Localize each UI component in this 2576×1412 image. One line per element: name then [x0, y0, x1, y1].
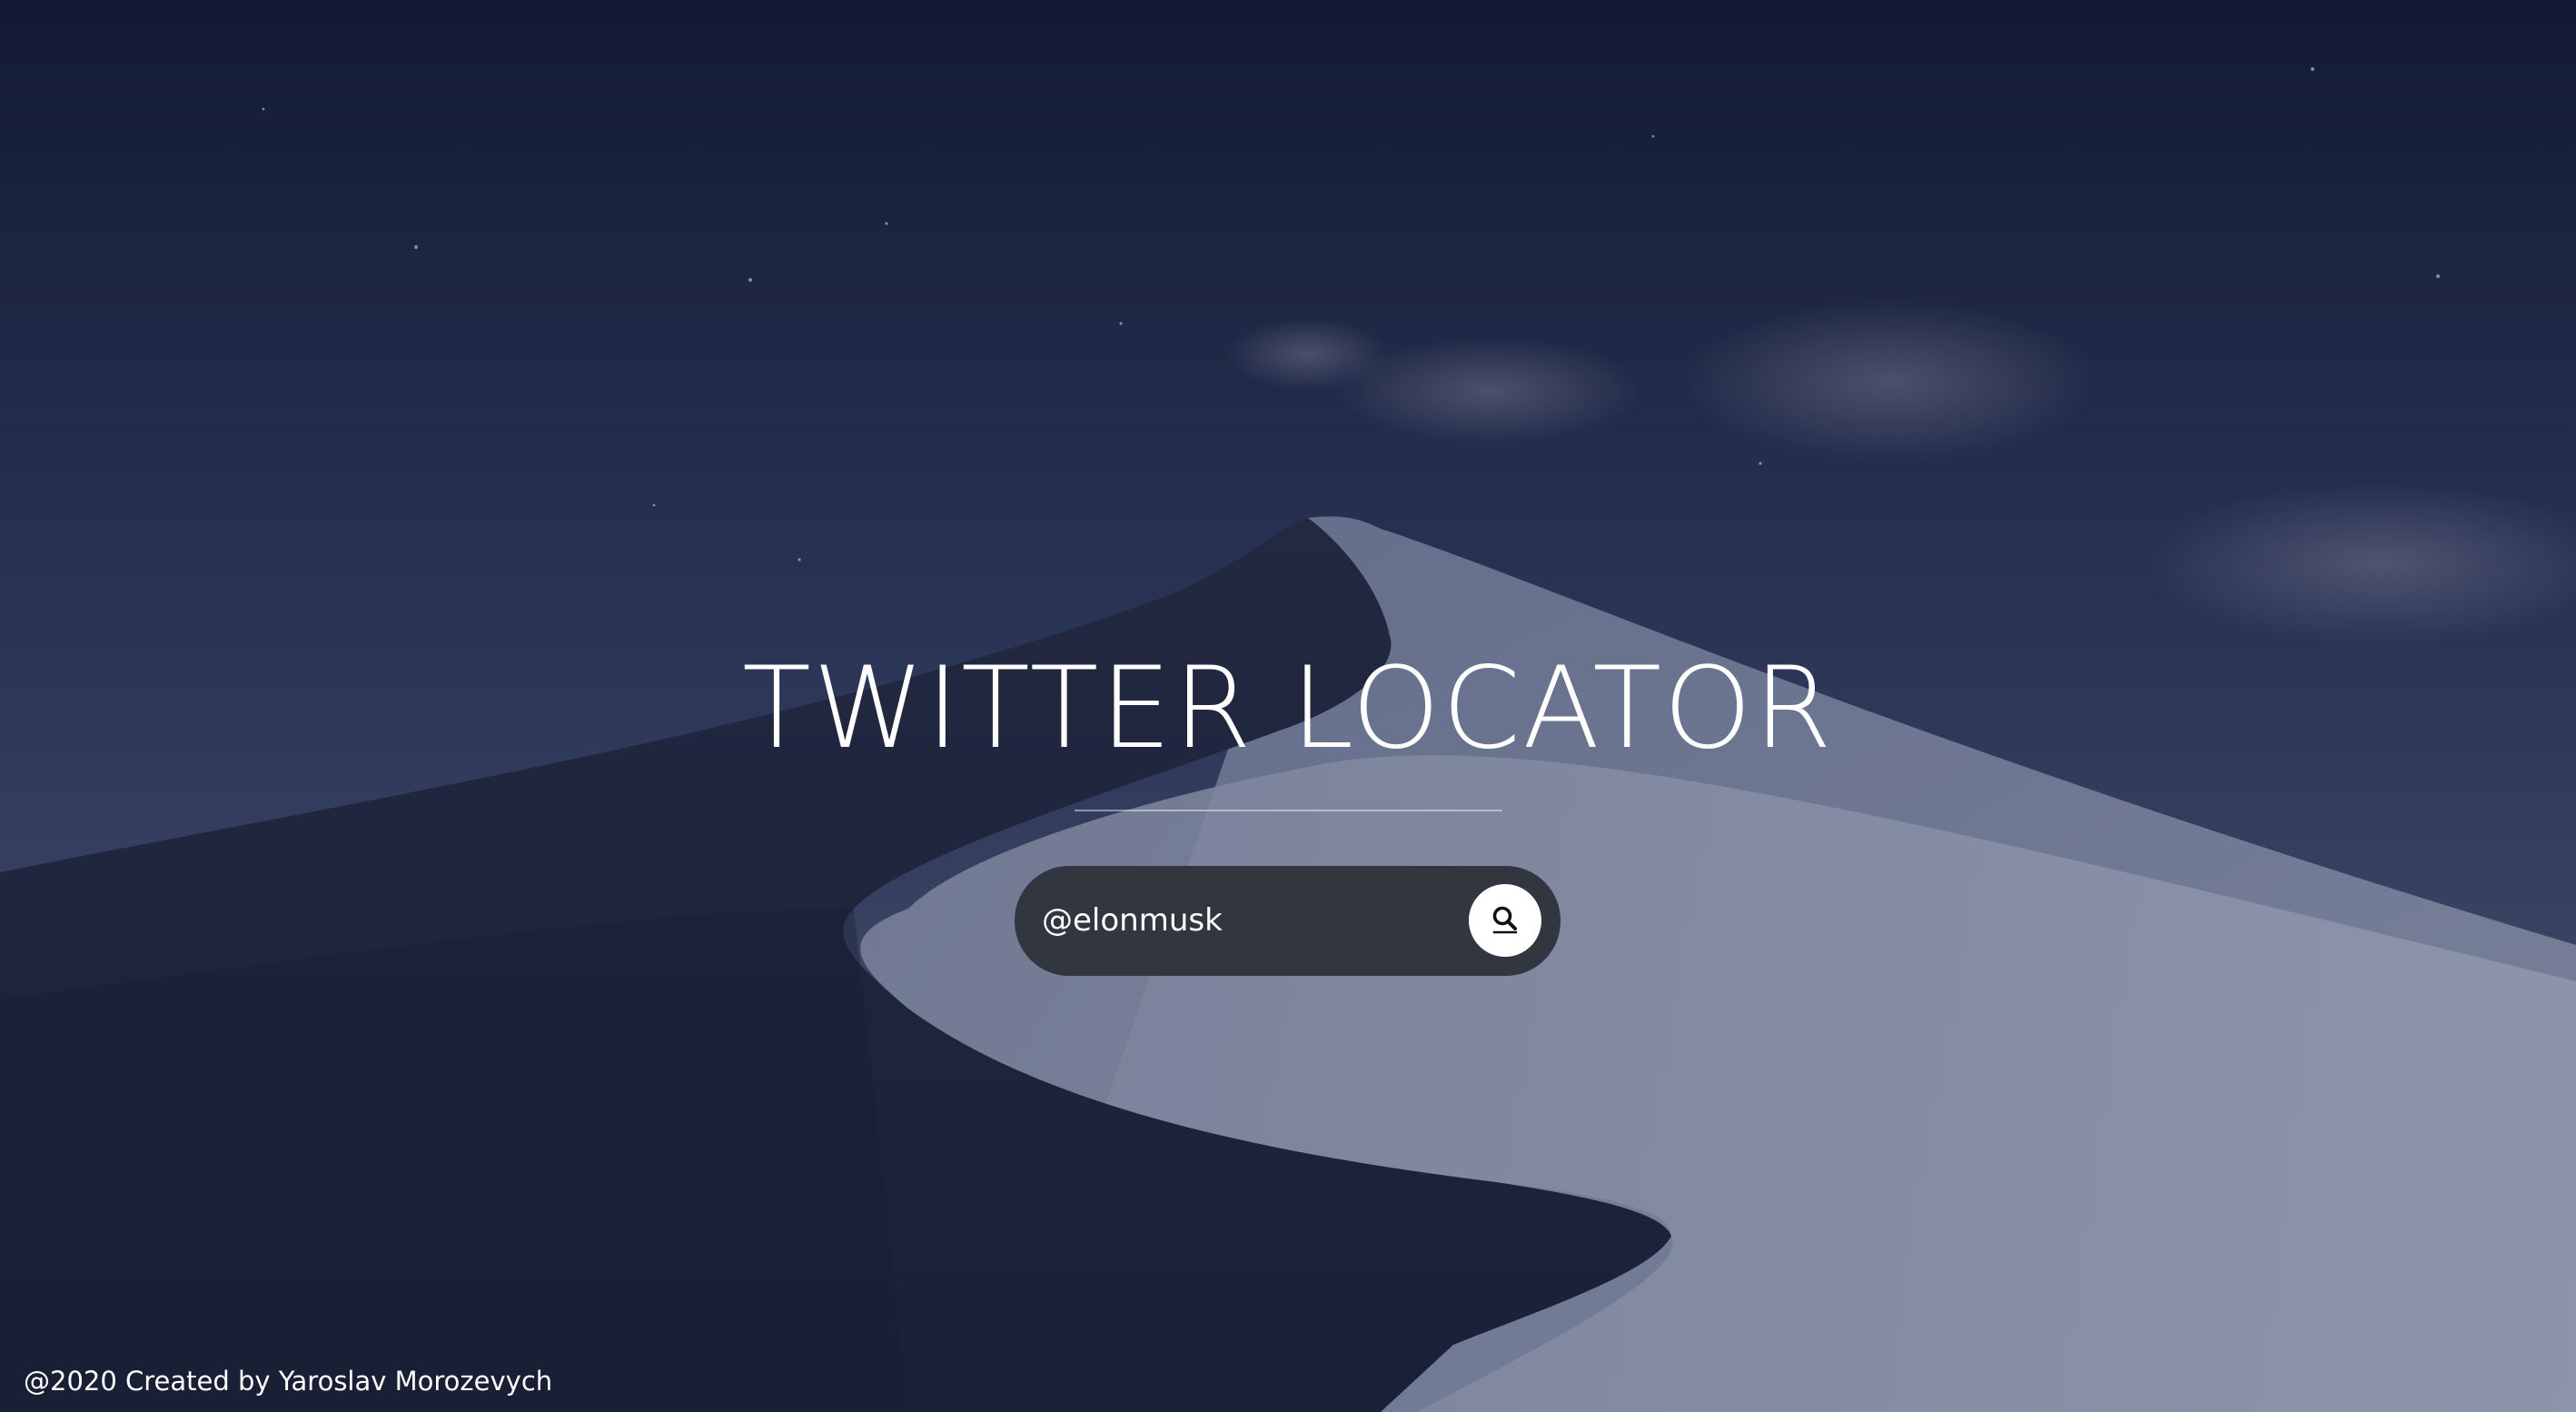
search-button[interactable] [1469, 884, 1541, 957]
search-input[interactable] [1042, 888, 1451, 953]
footer-copyright: @2020 Created by Yaroslav Morozevych [24, 1366, 553, 1397]
title-divider [1075, 810, 1502, 811]
search-icon [1490, 904, 1521, 938]
page-title: TWITTER LOCATOR [742, 643, 1834, 774]
search-form [1015, 866, 1560, 976]
